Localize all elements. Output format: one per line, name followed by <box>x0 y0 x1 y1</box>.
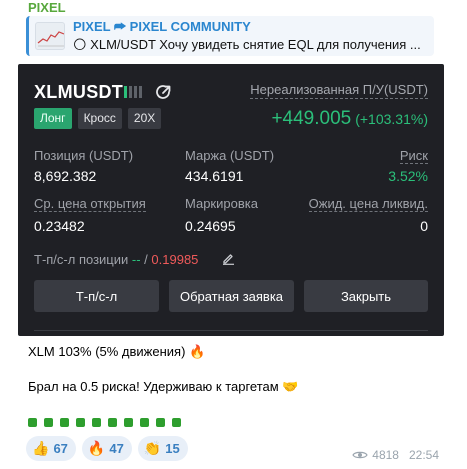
view-count: 4818 <box>372 448 399 462</box>
sender-name[interactable]: PIXEL <box>28 0 66 15</box>
tpsl-line: Т-п/с-л позиции -- / 0.19985 <box>34 252 198 267</box>
message-line-2: Брал на 0.5 риска! Удерживаю к таргетам … <box>28 379 299 394</box>
eye-icon <box>352 451 368 459</box>
reactions-bar: 👍 67 🔥 47 👏 15 <box>26 436 188 461</box>
signal-bars-icon <box>124 86 146 98</box>
green-square-icon <box>44 418 53 427</box>
chart-thumbnail-icon <box>37 31 64 47</box>
mark-price-value: 0.24695 <box>185 218 236 234</box>
margin-label: Маржа (USDT) <box>185 148 275 163</box>
reaction-fire[interactable]: 🔥 47 <box>81 436 132 461</box>
clap-icon: 👏 <box>143 440 162 456</box>
unrealized-pnl-label: Нереализованная П/У(USDT) <box>250 82 428 99</box>
green-squares-row <box>28 418 181 427</box>
green-square-icon <box>60 418 69 427</box>
green-square-icon <box>92 418 101 427</box>
liq-price-label: Ожид. цена ликвид. <box>308 196 428 212</box>
pnl-value: +449.005 <box>271 108 352 129</box>
position-size-label: Позиция (USDT) <box>34 148 134 163</box>
message-meta: 4818 22:54 <box>352 448 439 462</box>
edit-icon[interactable] <box>222 252 235 265</box>
risk-value: 3.52% <box>388 168 428 184</box>
symbol-name: XLMUSDT <box>34 82 124 102</box>
tp-value: -- <box>131 252 141 267</box>
green-square-icon <box>28 418 37 427</box>
reply-title: PIXEL ⮫ PIXEL COMMUNITY <box>73 19 251 34</box>
margin-value: 434.6191 <box>185 168 244 184</box>
reaction-clap[interactable]: 👏 15 <box>137 436 188 461</box>
avg-entry-label: Ср. цена открытия <box>34 196 146 212</box>
reaction-count: 67 <box>53 441 68 456</box>
pnl-percent: (+103.31%) <box>355 111 428 127</box>
tpsl-label: Т-п/с-л позиции <box>34 252 129 267</box>
avg-entry-value: 0.23482 <box>34 218 85 234</box>
mark-price-label: Маркировка <box>185 196 258 211</box>
green-square-icon <box>124 418 133 427</box>
green-square-icon <box>156 418 165 427</box>
reply-preview[interactable]: PIXEL ⮫ PIXEL COMMUNITY 🌕 XLM/USDT Хочу … <box>26 16 434 56</box>
reply-text: 🌕 XLM/USDT Хочу увидеть снятие EQL для п… <box>73 37 421 52</box>
position-card: XLMUSDT Нереализованная П/У(USDT) Лонг К… <box>18 64 444 336</box>
tpsl-separator: / <box>140 252 152 267</box>
margin-mode-tag: Кросс <box>77 108 122 129</box>
thumbs-up-icon: 👍 <box>32 440 50 456</box>
position-size-value: 8,692.382 <box>34 168 97 184</box>
risk-label: Риск <box>399 148 428 164</box>
unrealized-pnl: +449.005 (+103.31%) <box>271 108 428 130</box>
liq-price-value: 0 <box>420 218 428 234</box>
message-line-1: XLM 103% (5% движения) 🔥 <box>28 344 206 359</box>
green-square-icon <box>140 418 149 427</box>
reaction-thumbs-up[interactable]: 👍 67 <box>26 436 76 461</box>
leverage-tag: 20X <box>127 108 162 129</box>
sl-value: 0.19985 <box>151 252 199 267</box>
reverse-order-button[interactable]: Обратная заявка <box>169 280 294 312</box>
reaction-count: 15 <box>165 441 180 456</box>
close-position-button[interactable]: Закрыть <box>304 280 428 312</box>
reaction-count: 47 <box>109 441 124 456</box>
fire-icon: 🔥 <box>87 440 106 456</box>
reply-thumbnail <box>35 22 65 50</box>
card-divider <box>34 330 428 331</box>
message-time: 22:54 <box>408 448 439 462</box>
tpsl-button[interactable]: Т-п/с-л <box>34 280 159 312</box>
green-square-icon <box>76 418 85 427</box>
green-square-icon <box>108 418 117 427</box>
share-icon[interactable] <box>154 83 172 101</box>
green-square-icon <box>172 418 181 427</box>
side-tag: Лонг <box>34 108 72 129</box>
position-tags: Лонг Кросс 20X <box>34 108 162 129</box>
